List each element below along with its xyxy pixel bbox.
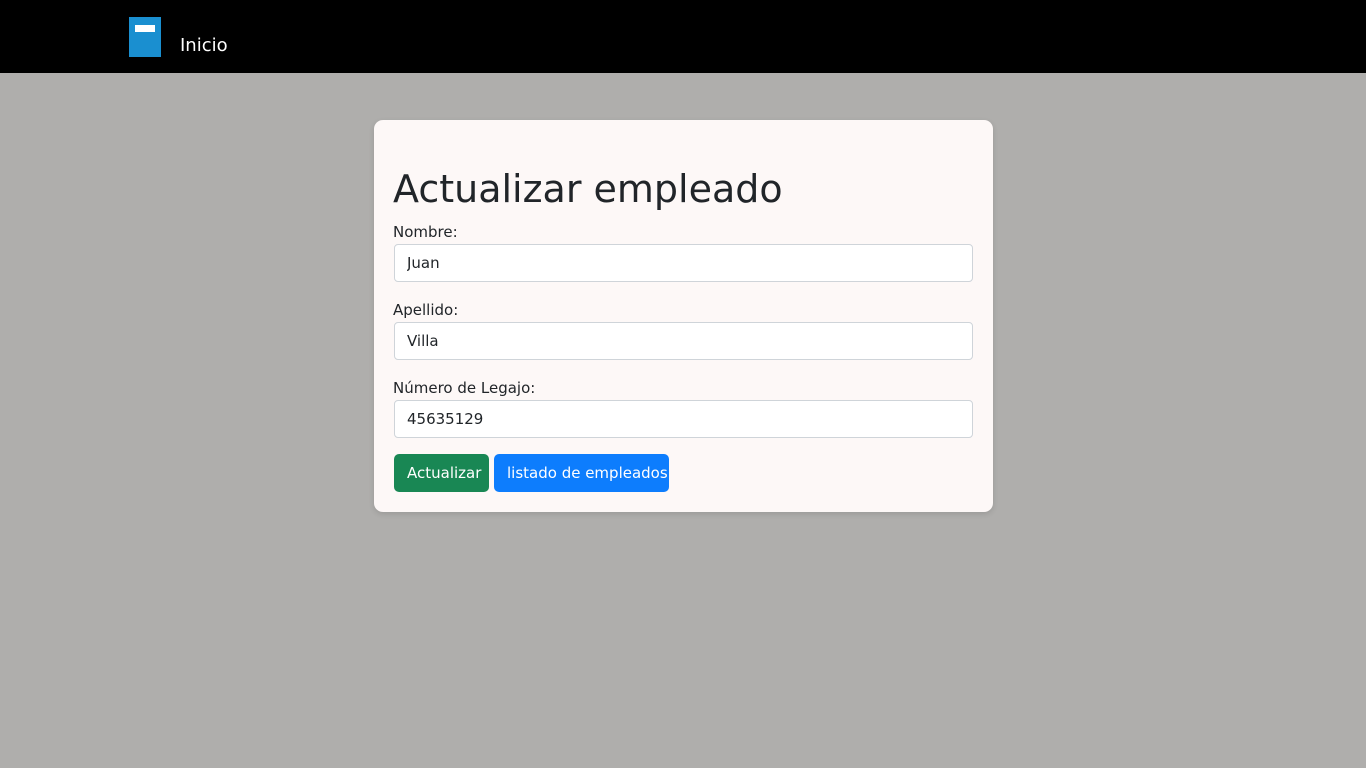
nombre-label: Nombre: (393, 223, 458, 241)
nav-link-inicio[interactable]: Inicio (180, 35, 228, 57)
update-button[interactable]: Actualizar (394, 454, 489, 492)
nombre-input[interactable] (394, 244, 973, 282)
employee-list-button[interactable]: listado de empleados (494, 454, 669, 492)
top-navbar: Inicio (0, 0, 1366, 73)
update-employee-card: Actualizar empleado Nombre: Apellido: Nú… (374, 120, 993, 512)
book-icon-band (135, 25, 155, 32)
apellido-input[interactable] (394, 322, 973, 360)
legajo-label: Número de Legajo: (393, 379, 536, 397)
legajo-input[interactable] (394, 400, 973, 438)
apellido-label: Apellido: (393, 301, 459, 319)
page-title: Actualizar empleado (393, 167, 783, 211)
book-icon[interactable] (129, 17, 161, 57)
